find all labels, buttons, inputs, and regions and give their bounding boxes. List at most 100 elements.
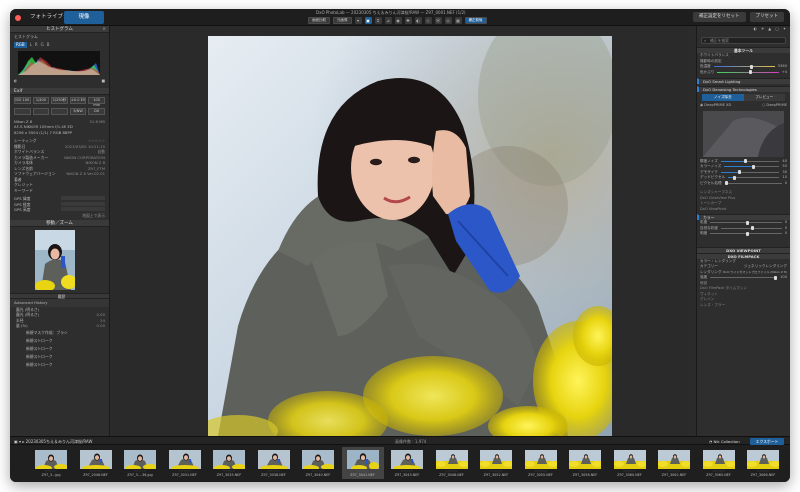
denoise-slider-knob[interactable] <box>738 170 742 175</box>
basic-tools-header[interactable]: 基本ツール <box>697 47 790 53</box>
denoise-slider-knob[interactable] <box>744 159 748 164</box>
film-frame[interactable]: ☆☆☆☆☆ Z97_3065.NEF <box>698 447 740 479</box>
advanced-history-row[interactable]: Advanced History <box>10 299 109 307</box>
gps-alt-field[interactable] <box>61 207 105 211</box>
denoise-slider-knob[interactable] <box>724 181 728 186</box>
exif-header[interactable]: Exif <box>10 87 109 95</box>
effects-icon[interactable]: ✦ <box>783 26 786 34</box>
channel-lum-icon[interactable]: L <box>30 42 32 48</box>
navigator-thumbnail[interactable] <box>35 230 75 290</box>
light-icon[interactable]: ☀ <box>761 26 764 34</box>
film-frame[interactable]: ☆☆☆☆☆ Z97_3052.NEF <box>475 447 517 479</box>
deepprime-radio[interactable]: ○ DeepPRIME <box>762 103 787 109</box>
perspective-icon[interactable]: ◇ <box>424 17 432 24</box>
tab-develop[interactable]: 現像 <box>64 11 104 24</box>
fit-icon[interactable]: ▣ <box>364 17 372 24</box>
close-window-icon[interactable] <box>15 15 21 21</box>
film-frame[interactable]: ☆☆☆☆☆ Z97_3060.NEF <box>609 447 651 479</box>
channel-rgb-icon[interactable]: RGB <box>14 42 27 48</box>
main-photo[interactable] <box>208 36 612 436</box>
history-entry[interactable]: 新規ストローク <box>10 345 109 353</box>
color-slider[interactable] <box>710 220 782 225</box>
navigator-header[interactable]: 移動／ズーム <box>10 220 109 227</box>
denoising-section[interactable]: DxO Denoising Technologies <box>697 86 790 92</box>
denoise-slider-knob[interactable] <box>751 164 755 169</box>
color-slider[interactable] <box>710 231 782 236</box>
film-frame[interactable]: ☆☆☆☆☆ Z97_3058.NEF <box>564 447 606 479</box>
film-frame[interactable]: ☆☆☆☆☆ Z97_3062.NEF <box>653 447 695 479</box>
color-slider-knob[interactable] <box>751 226 755 231</box>
local-adjust-icon[interactable]: ◐ <box>414 17 422 24</box>
history-entry[interactable]: 新規ストローク <box>10 337 109 345</box>
detail-icon[interactable]: ▲ <box>768 26 771 34</box>
redeye-icon[interactable]: ◉ <box>394 17 402 24</box>
zoom-dropdown-icon[interactable]: ▾ <box>354 17 362 24</box>
crop-icon[interactable]: ⌗ <box>374 17 382 24</box>
film-frame[interactable]: ☆☆☆☆☆ Z97_3038.NEF <box>253 447 295 479</box>
collapsed-section[interactable]: DxO ViewPoint <box>697 207 790 213</box>
gps-lon-field[interactable] <box>61 201 105 206</box>
film-frame[interactable]: ☆☆☆☆☆ Z97_3....36.jpg <box>119 447 161 479</box>
rendering-type-row[interactable]: レンダリング DxO ワイドガマットプロファイル (Nikon Z 8) <box>697 270 790 276</box>
repair-icon[interactable]: ✚ <box>404 17 412 24</box>
denoise-apply-tab[interactable]: ノイズ除去 <box>702 94 744 101</box>
denoise-slider[interactable] <box>724 181 782 186</box>
smart-lighting-section[interactable]: DxO Smart Lighting <box>697 78 790 84</box>
image-viewer[interactable] <box>111 26 689 436</box>
eye-icon[interactable]: ◎ <box>444 17 452 24</box>
straighten-icon[interactable]: ⊿ <box>384 17 392 24</box>
presets-button[interactable]: プリセット <box>749 12 784 22</box>
reset-corrections-button[interactable]: 補正設定をリセット <box>693 12 746 22</box>
highlight-clip-icon[interactable]: ■ <box>101 78 105 84</box>
film-frame[interactable]: ☆☆☆☆☆ Z97_3055.NEF <box>520 447 562 479</box>
wb-temp-knob[interactable] <box>750 64 754 69</box>
film-frame[interactable]: ☆☆☆☆☆ Z97_3031.NEF <box>164 447 206 479</box>
nik-collection-button[interactable]: ◔ Nik Collection <box>709 438 740 445</box>
film-frame[interactable]: ☆☆☆☆☆ Z97_3041.NEF <box>341 447 384 479</box>
intensity-slider[interactable] <box>710 275 778 280</box>
film-frame[interactable]: ☆☆☆☆☆ Z97_2046.NEF <box>75 447 117 479</box>
channel-g-icon[interactable]: G <box>41 42 44 48</box>
wb-temp-slider[interactable] <box>713 64 775 69</box>
denoise-slider[interactable] <box>720 159 780 164</box>
shadow-clip-icon[interactable]: ◐ <box>14 78 17 84</box>
color-slider[interactable] <box>720 226 782 231</box>
intensity-knob[interactable] <box>773 275 777 280</box>
histogram-header[interactable]: ヒストグラム × <box>10 26 109 33</box>
panel-close-icon[interactable]: × <box>102 26 106 33</box>
denoise-preview-tab[interactable]: プレビュー <box>743 94 785 101</box>
film-frame[interactable]: ☆☆☆☆☆ Z97_3035.NEF <box>208 447 250 479</box>
export-button[interactable]: エクスポート <box>750 438 784 445</box>
compare-button[interactable]: 画面比較 <box>308 17 330 24</box>
wb-tint-slider[interactable] <box>717 70 779 75</box>
color-slider-knob[interactable] <box>745 220 749 225</box>
history-entry[interactable]: 新規ストローク <box>10 361 109 369</box>
film-frame[interactable]: ☆☆☆☆☆ Z97_3...jpg <box>30 447 72 479</box>
channel-r-icon[interactable]: R <box>35 42 38 48</box>
channel-b-icon[interactable]: B <box>47 42 50 48</box>
denoise-slider-knob[interactable] <box>733 175 737 180</box>
watermark-icon[interactable]: Ⓦ <box>434 17 442 24</box>
wb-tint-knob[interactable] <box>749 70 753 75</box>
palette-icon[interactable]: ◐ <box>754 26 757 34</box>
film-frame[interactable]: ☆☆☆☆☆ Z97_3043.NEF <box>386 447 428 479</box>
film-frame[interactable]: ☆☆☆☆☆ Z97_3048.NEF <box>431 447 473 479</box>
film-frame[interactable]: ☆☆☆☆☆ Z97_3040.NEF <box>297 447 339 479</box>
gps-lat-field[interactable] <box>61 196 105 200</box>
color-slider-knob[interactable] <box>745 231 749 236</box>
grid-icon[interactable]: ▦ <box>454 17 462 24</box>
denoise-slider[interactable] <box>724 164 780 169</box>
film-frame[interactable]: ☆☆☆☆☆ Z97_3068.NEF <box>742 447 784 479</box>
history-entry[interactable]: 新規ストローク <box>10 353 109 361</box>
geometry-icon[interactable]: ▢ <box>775 26 779 34</box>
original-button[interactable]: 元画像 <box>333 17 352 24</box>
denoise-slider[interactable] <box>728 175 780 180</box>
denoise-preview[interactable] <box>703 110 784 157</box>
color-section[interactable]: カラー <box>697 214 790 220</box>
filmpack-item[interactable]: レンズ・ブラー <box>697 303 790 309</box>
before-after-button[interactable]: 補正前後 <box>464 17 487 24</box>
deepprime-xd-radio[interactable]: ◉ DeepPRIME XD <box>700 103 731 109</box>
denoise-slider[interactable] <box>720 170 780 175</box>
filmpack-header[interactable]: DXO FILMPACK <box>697 252 790 259</box>
correction-search-input[interactable]: ⌕ 補正を検索 <box>701 37 786 44</box>
